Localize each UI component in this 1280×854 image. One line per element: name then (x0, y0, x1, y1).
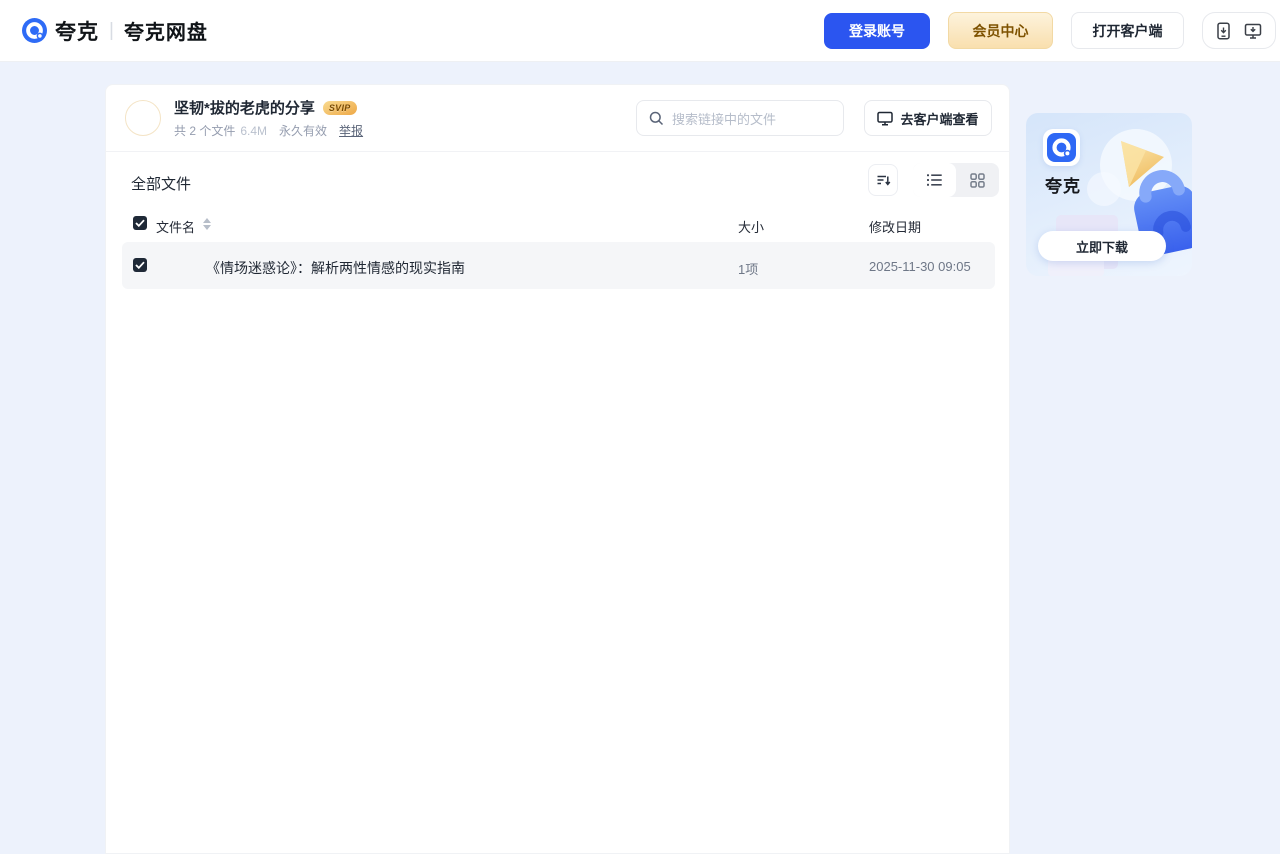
row-checkbox[interactable] (133, 258, 147, 272)
avatar (125, 100, 161, 136)
view-toggle (913, 163, 999, 197)
quark-app-icon (1043, 129, 1080, 166)
file-modified: 2025-11-30 09:05 (869, 259, 971, 274)
open-client-button[interactable]: 打开客户端 (1071, 12, 1184, 49)
list-view-button[interactable] (913, 163, 956, 197)
app-promo-card[interactable]: 夸克 立即下载 (1026, 113, 1192, 276)
file-size: 1项 (738, 262, 759, 277)
validity: 永久有效 (279, 124, 328, 138)
divider (106, 151, 1009, 152)
view-in-client-button[interactable]: 去客户端查看 (864, 100, 992, 136)
share-meta: 共 2 个文件 6.4M 永久有效 举报 (174, 122, 363, 139)
share-title: 坚韧*拔的老虎的分享 (174, 100, 315, 117)
select-all-checkbox[interactable] (133, 216, 147, 230)
search-icon (649, 111, 664, 126)
topbar: 夸克 | 夸克网盘 登录账号 会员中心 打开客户端 (0, 0, 1280, 62)
column-header-modified: 修改日期 (869, 220, 922, 235)
brand-separator: | (109, 19, 114, 41)
download-icons-group (1202, 12, 1276, 49)
search-input[interactable]: 搜索链接中的文件 (636, 100, 844, 136)
promo-app-name: 夸克 (1045, 177, 1081, 196)
column-header-name[interactable]: 文件名 (156, 217, 195, 236)
total-size: 6.4M (240, 123, 268, 138)
desktop-download-icon[interactable] (1244, 22, 1262, 40)
file-row[interactable]: 《情场迷惑论》：解析两性情感的现实指南 1项 2025-11-30 09:05 (122, 242, 995, 289)
grid-view-button[interactable] (956, 163, 999, 197)
login-button[interactable]: 登录账号 (824, 12, 930, 49)
report-link[interactable]: 举报 (339, 122, 363, 139)
quark-logo-icon (22, 18, 47, 43)
brand: 夸克 | 夸克网盘 (22, 16, 208, 46)
phone-download-icon[interactable] (1216, 21, 1231, 40)
vip-center-button[interactable]: 会员中心 (948, 12, 1053, 49)
sort-button[interactable] (868, 164, 898, 196)
view-in-client-label: 去客户端查看 (900, 111, 979, 127)
files-count: 共 2 个文件 (174, 124, 236, 138)
column-header-size: 大小 (738, 220, 765, 235)
download-now-button[interactable]: 立即下载 (1038, 231, 1166, 261)
share-card: 坚韧*拔的老虎的分享 SVIP 共 2 个文件 6.4M 永久有效 举报 搜索链… (105, 84, 1010, 854)
sort-arrows-icon[interactable] (203, 218, 211, 230)
section-title: 全部文件 (131, 176, 192, 193)
brand-product: 夸克网盘 (123, 22, 208, 44)
file-name[interactable]: 《情场迷惑论》：解析两性情感的现实指南 (206, 258, 465, 278)
search-placeholder: 搜索链接中的文件 (672, 111, 777, 127)
monitor-icon (877, 111, 894, 126)
svip-badge: SVIP (322, 100, 357, 115)
brand-name: 夸克 (55, 20, 99, 44)
